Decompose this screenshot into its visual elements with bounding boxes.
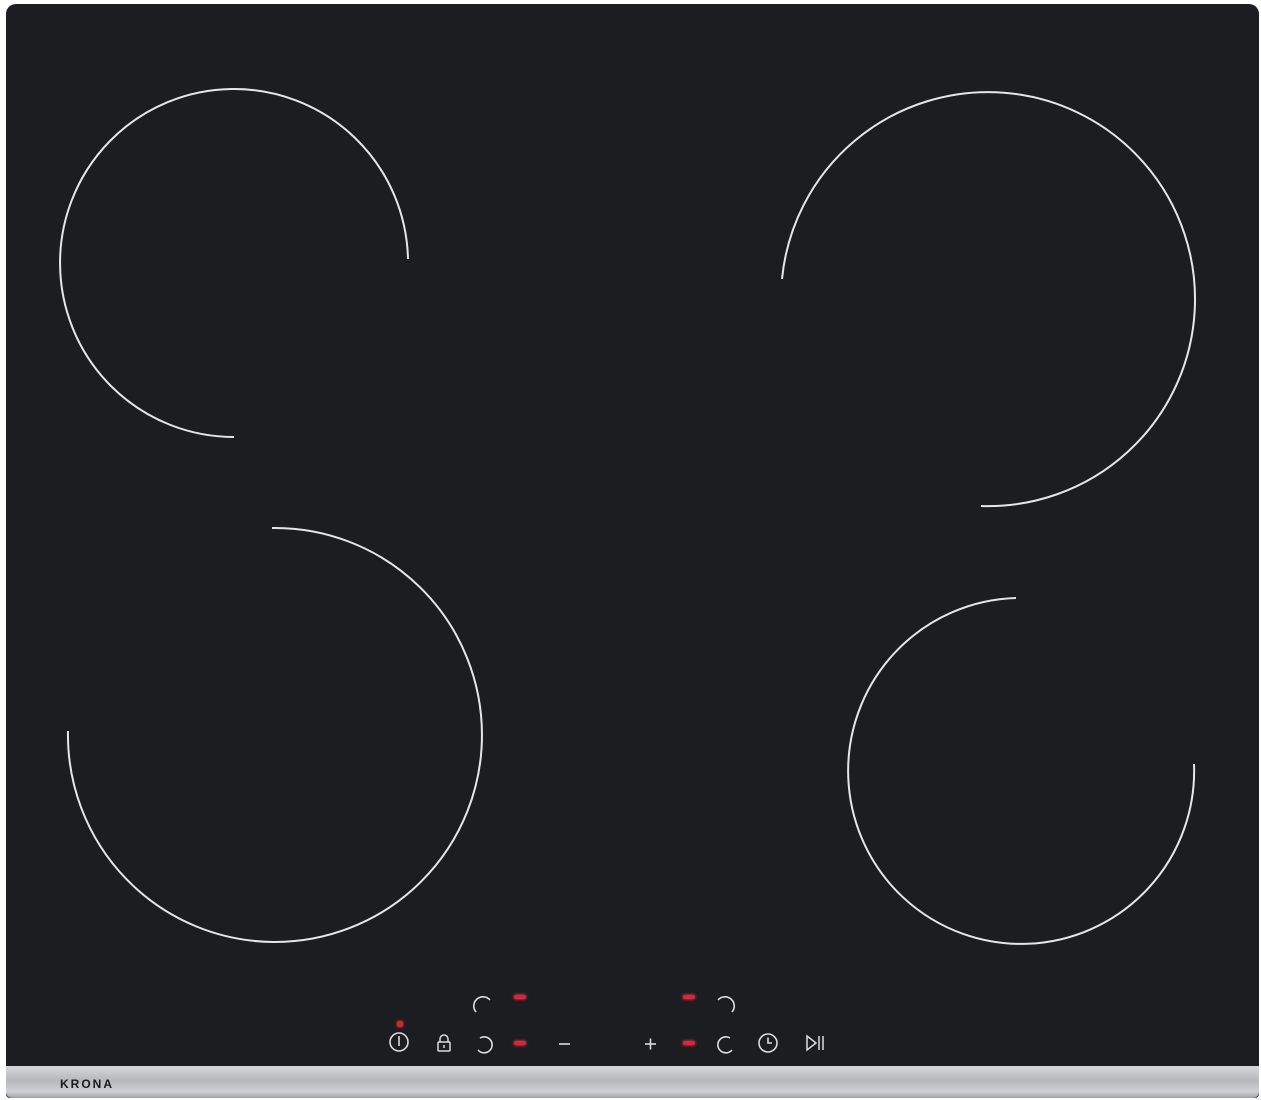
- zone-rear-right: [781, 91, 1197, 508]
- zone-front-left-selector[interactable]: [474, 1032, 498, 1056]
- lock-icon: [437, 1034, 451, 1052]
- cooking-zones: [59, 88, 1197, 945]
- plus-icon: [645, 1038, 656, 1050]
- zone-front-right-indicator: [683, 1041, 695, 1045]
- zone-right-arc-icon: [717, 996, 735, 1013]
- front-trim: [6, 1066, 1259, 1098]
- cooktop-glass: [6, 4, 1259, 1098]
- zone-rear-left-indicator: [514, 995, 526, 999]
- power-button[interactable]: [387, 1030, 411, 1054]
- plus-button[interactable]: [639, 1032, 663, 1056]
- zone-front-left-arc-icon: [477, 1036, 493, 1054]
- zone-front-right-arc-icon: [717, 1036, 733, 1054]
- minus-button[interactable]: [553, 1032, 577, 1056]
- zone-rear-right-indicator: [683, 995, 695, 999]
- clock-icon: [758, 1033, 778, 1053]
- lock-button[interactable]: [432, 1031, 456, 1055]
- power-icon: [389, 1032, 409, 1052]
- zone-front-left-indicator: [514, 1041, 526, 1045]
- zone-front-right: [847, 597, 1196, 945]
- pause-button[interactable]: [803, 1031, 827, 1055]
- power-indicator: [397, 1021, 403, 1027]
- zone-left-arc-icon: [473, 996, 491, 1013]
- zone-rear-right-selector[interactable]: [712, 994, 736, 1018]
- timer-button[interactable]: [756, 1031, 780, 1055]
- zone-rear-left-selector[interactable]: [472, 994, 496, 1018]
- play-pause-icon: [806, 1034, 824, 1052]
- brand-logo: KRONA: [60, 1077, 114, 1091]
- zone-rear-left: [59, 88, 409, 438]
- zone-front-left: [66, 526, 483, 943]
- zone-front-right-selector[interactable]: [712, 1032, 736, 1056]
- minus-icon: [559, 1043, 570, 1045]
